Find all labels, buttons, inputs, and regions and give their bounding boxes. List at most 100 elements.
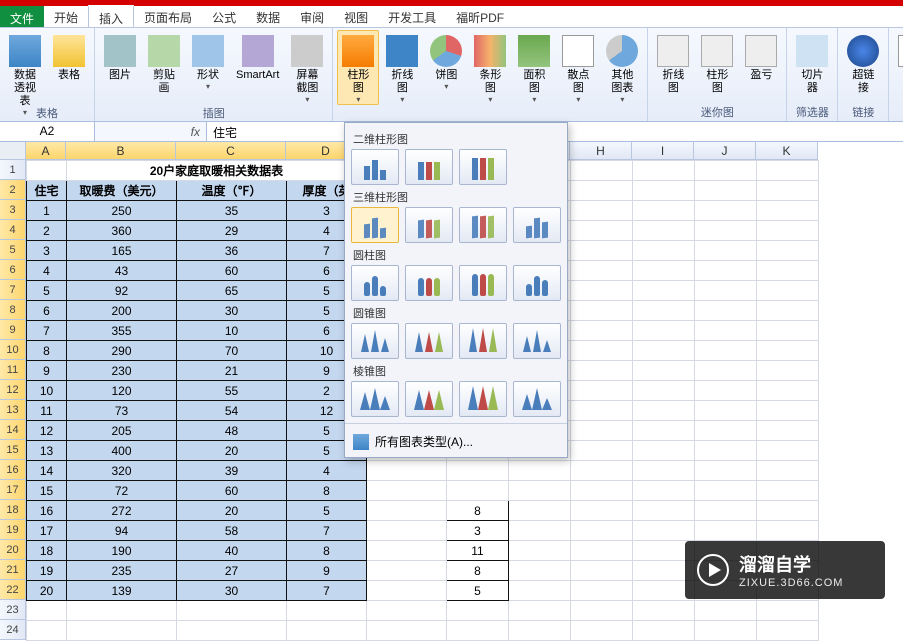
cell[interactable]	[571, 441, 633, 461]
stacked100-pyramid[interactable]	[459, 381, 507, 417]
cell[interactable]	[695, 621, 757, 641]
col-header-A[interactable]: A	[26, 142, 66, 160]
cell[interactable]: 60	[177, 481, 287, 501]
column-3d[interactable]	[513, 207, 561, 243]
cell[interactable]	[633, 161, 695, 181]
textbox-button[interactable]: 文	[893, 30, 903, 83]
table-button[interactable]: 表格	[48, 30, 90, 83]
cell[interactable]	[695, 461, 757, 481]
cell[interactable]	[447, 481, 509, 501]
cell[interactable]	[757, 441, 819, 461]
cell[interactable]	[633, 501, 695, 521]
cell[interactable]	[695, 481, 757, 501]
cell[interactable]	[633, 241, 695, 261]
cell[interactable]	[367, 481, 447, 501]
cell[interactable]	[695, 341, 757, 361]
cone-3d[interactable]	[513, 323, 561, 359]
clustered-pyramid[interactable]	[351, 381, 399, 417]
tab-layout[interactable]: 页面布局	[134, 6, 202, 27]
cell[interactable]: 400	[67, 441, 177, 461]
cell[interactable]: 92	[67, 281, 177, 301]
cell[interactable]	[509, 601, 571, 621]
cell[interactable]	[509, 541, 571, 561]
cell[interactable]	[695, 201, 757, 221]
row-header-22[interactable]: 22	[0, 580, 26, 600]
sparkline-line-button[interactable]: 折线图	[652, 30, 694, 96]
cell[interactable]: 20户家庭取暖相关数据表	[67, 161, 367, 181]
cell[interactable]: 取暖费（美元）	[67, 181, 177, 201]
col-header-J[interactable]: J	[694, 142, 756, 160]
smartart-button[interactable]: SmartArt	[231, 30, 284, 83]
cell[interactable]: 72	[67, 481, 177, 501]
cell[interactable]: 65	[177, 281, 287, 301]
clustered-cone[interactable]	[351, 323, 399, 359]
stacked-column-2d[interactable]	[405, 149, 453, 185]
tab-data[interactable]: 数据	[246, 6, 290, 27]
cell[interactable]: 30	[177, 301, 287, 321]
stacked-pyramid[interactable]	[405, 381, 453, 417]
cell[interactable]	[757, 221, 819, 241]
row-header-6[interactable]: 6	[0, 260, 26, 280]
cell[interactable]: 18	[27, 541, 67, 561]
cell[interactable]	[571, 161, 633, 181]
cell[interactable]: 12	[27, 421, 67, 441]
row-header-16[interactable]: 16	[0, 460, 26, 480]
cell[interactable]	[367, 621, 447, 641]
tab-dev[interactable]: 开发工具	[378, 6, 446, 27]
cell[interactable]: 39	[177, 461, 287, 481]
cell[interactable]	[695, 381, 757, 401]
cell[interactable]	[757, 201, 819, 221]
cell[interactable]	[633, 341, 695, 361]
cell[interactable]: 4	[27, 261, 67, 281]
cell[interactable]: 190	[67, 541, 177, 561]
cell[interactable]	[633, 421, 695, 441]
row-header-3[interactable]: 3	[0, 200, 26, 220]
cell[interactable]: 7	[27, 321, 67, 341]
row-header-21[interactable]: 21	[0, 560, 26, 580]
row-header-13[interactable]: 13	[0, 400, 26, 420]
row-header-5[interactable]: 5	[0, 240, 26, 260]
clustered-column-2d[interactable]	[351, 149, 399, 185]
cell[interactable]	[367, 601, 447, 621]
fx-icon[interactable]: fx	[191, 125, 200, 139]
tab-pdf[interactable]: 福昕PDF	[446, 6, 514, 27]
cell[interactable]: 235	[67, 561, 177, 581]
screenshot-button[interactable]: 屏幕截图▾	[286, 30, 328, 105]
cell[interactable]	[633, 181, 695, 201]
tab-insert[interactable]: 插入	[88, 5, 134, 27]
col-header-H[interactable]: H	[570, 142, 632, 160]
row-header-15[interactable]: 15	[0, 440, 26, 460]
tab-home[interactable]: 开始	[44, 6, 88, 27]
column-chart-button[interactable]: 柱形图▾	[337, 30, 379, 105]
cell[interactable]: 6	[27, 301, 67, 321]
cell[interactable]	[571, 601, 633, 621]
cell[interactable]	[571, 201, 633, 221]
cell[interactable]: 43	[67, 261, 177, 281]
cell[interactable]	[633, 601, 695, 621]
cell[interactable]	[633, 461, 695, 481]
cell[interactable]	[633, 621, 695, 641]
cell[interactable]	[695, 161, 757, 181]
cell[interactable]	[695, 601, 757, 621]
tab-file[interactable]: 文件	[0, 6, 44, 27]
cell[interactable]: 5	[287, 501, 367, 521]
row-header-12[interactable]: 12	[0, 380, 26, 400]
cell[interactable]	[27, 601, 67, 621]
cell[interactable]	[633, 521, 695, 541]
select-all-corner[interactable]	[0, 142, 26, 160]
cell[interactable]	[695, 361, 757, 381]
cell[interactable]	[633, 361, 695, 381]
cell[interactable]: 20	[177, 441, 287, 461]
cell[interactable]	[695, 281, 757, 301]
stacked-column-3d[interactable]	[405, 207, 453, 243]
cell[interactable]: 58	[177, 521, 287, 541]
row-header-1[interactable]: 1	[0, 160, 26, 180]
clustered-column-3d[interactable]	[351, 207, 399, 243]
cell[interactable]	[287, 601, 367, 621]
cell[interactable]	[695, 441, 757, 461]
cell[interactable]: 230	[67, 361, 177, 381]
col-header-K[interactable]: K	[756, 142, 818, 160]
name-box[interactable]: A2	[0, 122, 95, 141]
cell[interactable]: 7	[287, 581, 367, 601]
clipart-button[interactable]: 剪贴画	[143, 30, 185, 96]
